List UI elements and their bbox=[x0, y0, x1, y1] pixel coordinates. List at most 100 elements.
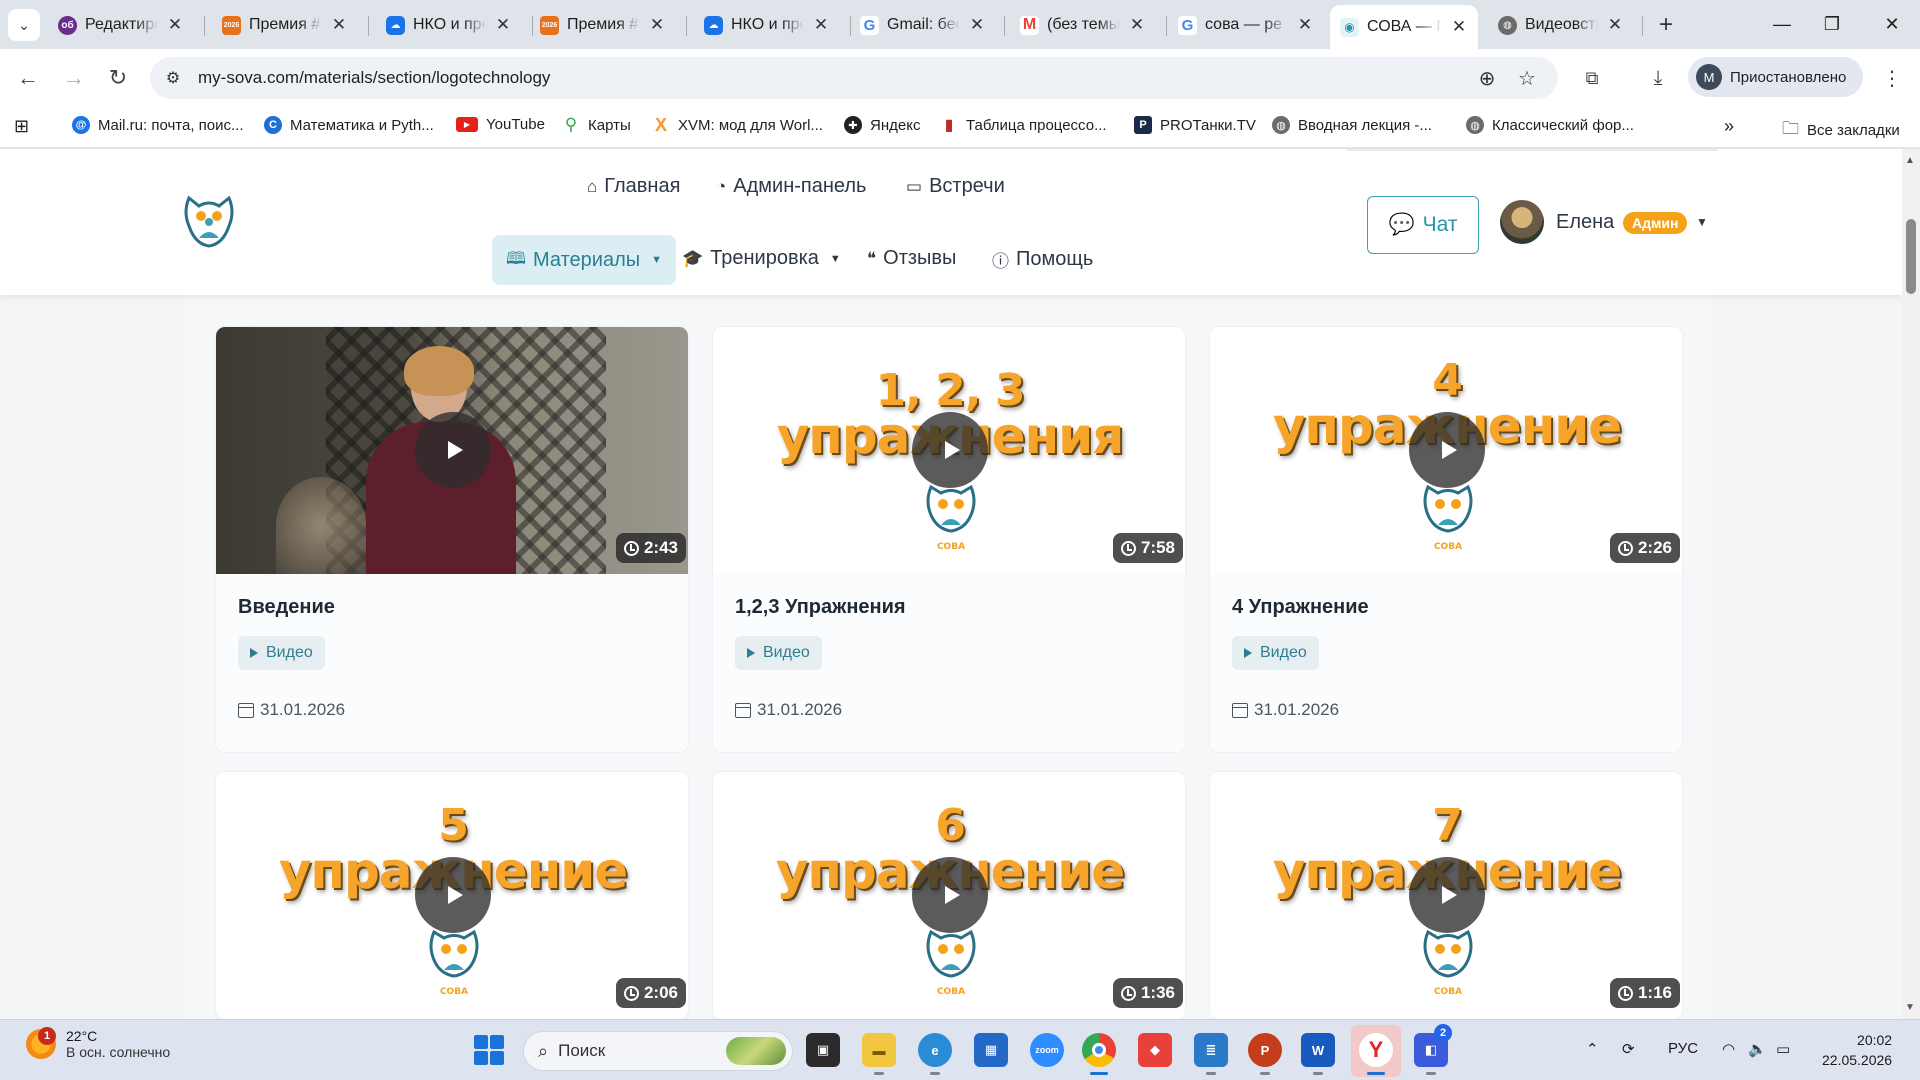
browser-tab[interactable]: G Gmail: бес ✕ bbox=[850, 5, 996, 45]
chat-button[interactable]: 💬 Чат bbox=[1367, 196, 1479, 254]
close-tab-icon[interactable]: ✕ bbox=[1128, 15, 1146, 35]
nav-admin-panel[interactable]: ◔ Админ-панель bbox=[716, 175, 866, 198]
video-thumbnail[interactable]: 6 упражнение СОВА 1:36 bbox=[713, 772, 1185, 1019]
scroll-down-icon[interactable]: ▼ bbox=[1905, 1002, 1915, 1013]
material-card[interactable]: 6 упражнение СОВА 1:36 bbox=[712, 771, 1186, 1019]
bookmark-item[interactable]: ⚲ Карты bbox=[562, 115, 631, 134]
play-icon[interactable] bbox=[415, 857, 491, 933]
card-title[interactable]: 1,2,3 Упражнения bbox=[735, 596, 1163, 619]
close-tab-icon[interactable]: ✕ bbox=[1606, 15, 1624, 35]
wifi-icon[interactable]: ◠ bbox=[1722, 1040, 1735, 1058]
menu-button[interactable]: ⋮ bbox=[1874, 60, 1910, 96]
yandex-browser-icon[interactable]: Y bbox=[1359, 1033, 1393, 1075]
powerpoint-icon[interactable]: P bbox=[1248, 1033, 1282, 1075]
material-card[interactable]: 5 упражнение СОВА 2:06 bbox=[215, 771, 689, 1019]
browser-tab[interactable]: 2026 Премия # ✕ bbox=[212, 5, 358, 45]
close-tab-icon[interactable]: ✕ bbox=[648, 15, 666, 35]
close-tab-icon[interactable]: ✕ bbox=[166, 15, 184, 35]
tab-search-button[interactable]: ⌄ bbox=[8, 9, 40, 41]
more-bookmarks-button[interactable]: » bbox=[1724, 116, 1734, 137]
apps-button[interactable]: ⊞ bbox=[14, 116, 29, 137]
language-indicator[interactable]: РУС bbox=[1668, 1040, 1698, 1057]
video-thumbnail[interactable]: 2:43 bbox=[216, 327, 688, 574]
video-thumbnail[interactable]: 7 упражнение СОВА 1:16 bbox=[1210, 772, 1682, 1019]
close-window-button[interactable]: ✕ bbox=[1862, 0, 1920, 49]
nav-training[interactable]: 🎓 Тренировка ▼ bbox=[682, 247, 841, 270]
bookmark-item[interactable]: @ Mail.ru: почта, поис... bbox=[72, 116, 244, 134]
video-thumbnail[interactable]: 1, 2, 3 упражнения СОВА 7:58 bbox=[713, 327, 1185, 574]
close-tab-icon[interactable]: ✕ bbox=[494, 15, 512, 35]
browser-tab[interactable]: M (без темы) ✕ bbox=[1010, 5, 1156, 45]
sync-icon[interactable]: ⟳ bbox=[1622, 1040, 1635, 1058]
bookmark-item[interactable]: C Математика и Pyth... bbox=[264, 116, 434, 134]
volume-icon[interactable]: 🔈 bbox=[1748, 1040, 1767, 1058]
bookmark-item[interactable]: ✚ Яндекс bbox=[844, 116, 920, 134]
bookmark-item[interactable]: P PROТанки.TV bbox=[1134, 116, 1256, 134]
material-card[interactable]: 2:43 Введение Видео 31.01.2026 bbox=[215, 326, 689, 753]
all-bookmarks-button[interactable]: 🗀 Все закладки bbox=[1782, 116, 1900, 145]
caret-down-icon[interactable]: ▼ bbox=[1696, 215, 1708, 229]
page-scrollbar[interactable]: ▲ ▼ bbox=[1902, 149, 1920, 1019]
material-card[interactable]: 4 упражнение СОВА 2:26 4 Упражнение Виде… bbox=[1209, 326, 1683, 753]
system-clock[interactable]: 20:02 22.05.2026 bbox=[1822, 1030, 1892, 1070]
bookmark-star-icon[interactable]: ☆ bbox=[1516, 67, 1538, 90]
bookmark-item[interactable]: ▶ YouTube bbox=[456, 116, 545, 133]
file-explorer-icon[interactable]: ▬ bbox=[862, 1033, 896, 1075]
video-thumbnail[interactable]: 5 упражнение СОВА 2:06 bbox=[216, 772, 688, 1019]
store-icon[interactable]: ▦ bbox=[974, 1033, 1008, 1067]
chevron-up-icon[interactable]: ⌃ bbox=[1586, 1040, 1599, 1058]
browser-tab[interactable]: об Редактиро ✕ bbox=[48, 5, 194, 45]
close-tab-icon[interactable]: ✕ bbox=[968, 15, 986, 35]
zoom-icon[interactable]: zoom bbox=[1030, 1033, 1064, 1067]
nav-meetings[interactable]: ▭ Встречи bbox=[906, 175, 1005, 198]
reload-button[interactable]: ↻ bbox=[100, 60, 136, 96]
scroll-up-icon[interactable]: ▲ bbox=[1905, 155, 1915, 166]
user-name[interactable]: Елена bbox=[1556, 211, 1614, 234]
nav-reviews[interactable]: ❝ Отзывы bbox=[867, 247, 956, 270]
close-tab-icon[interactable]: ✕ bbox=[1450, 17, 1468, 37]
scrollbar-thumb[interactable] bbox=[1906, 219, 1916, 294]
bookmark-item[interactable]: ▮ Таблица процессо... bbox=[940, 116, 1107, 135]
site-settings-icon[interactable]: ⚙ bbox=[162, 67, 184, 89]
notepad-icon[interactable]: ≣ bbox=[1194, 1033, 1228, 1075]
play-icon[interactable] bbox=[912, 412, 988, 488]
maximize-button[interactable]: ❐ bbox=[1802, 0, 1862, 49]
back-button[interactable]: ← bbox=[10, 60, 46, 96]
url-text[interactable]: my-sova.com/materials/section/logotechno… bbox=[198, 68, 550, 88]
browser-tab-active[interactable]: ◉ СОВА — П ✕ bbox=[1330, 5, 1478, 49]
battery-icon[interactable]: ▭ bbox=[1776, 1040, 1790, 1058]
forward-button[interactable]: → bbox=[56, 60, 92, 96]
material-card[interactable]: 7 упражнение СОВА 1:16 bbox=[1209, 771, 1683, 1019]
play-icon[interactable] bbox=[1409, 857, 1485, 933]
close-tab-icon[interactable]: ✕ bbox=[1296, 15, 1314, 35]
new-tab-button[interactable]: + bbox=[1650, 9, 1682, 41]
zoom-icon[interactable]: ⊕ bbox=[1476, 67, 1498, 90]
address-bar[interactable]: ⚙ my-sova.com/materials/section/logotech… bbox=[150, 57, 1558, 99]
play-icon[interactable] bbox=[912, 857, 988, 933]
browser-tab[interactable]: ☁ НКО и про ✕ bbox=[694, 5, 840, 45]
play-icon[interactable] bbox=[415, 412, 491, 488]
chrome-icon[interactable] bbox=[1082, 1033, 1116, 1075]
profile-button[interactable]: M Приостановлено bbox=[1688, 57, 1863, 97]
nav-materials[interactable]: 🕮 Материалы ▼ bbox=[492, 235, 677, 285]
bookmark-item[interactable]: X XVM: мод для Worl... bbox=[652, 115, 823, 135]
taskbar-search[interactable]: ⌕ Поиск bbox=[523, 1031, 793, 1071]
start-button[interactable] bbox=[474, 1035, 504, 1065]
nav-home[interactable]: ⌂ Главная bbox=[587, 175, 680, 198]
material-card[interactable]: 1, 2, 3 упражнения СОВА 7:58 1,2,3 Упраж… bbox=[712, 326, 1186, 753]
close-tab-icon[interactable]: ✕ bbox=[812, 15, 830, 35]
word-icon[interactable]: W bbox=[1301, 1033, 1335, 1075]
browser-tab[interactable]: G сова — ре ✕ bbox=[1168, 5, 1324, 45]
browser-tab[interactable]: ☁ НКО и пре ✕ bbox=[376, 5, 522, 45]
task-view-icon[interactable]: ▣ bbox=[806, 1033, 840, 1067]
browser-tab[interactable]: 2026 Премия # ✕ bbox=[530, 5, 676, 45]
card-title[interactable]: 4 Упражнение bbox=[1232, 596, 1660, 619]
close-tab-icon[interactable]: ✕ bbox=[330, 15, 348, 35]
downloads-button[interactable]: ⤓ bbox=[1640, 60, 1676, 96]
browser-tab[interactable]: ◍ Видеовстр ✕ bbox=[1488, 5, 1634, 45]
edge-icon[interactable]: e bbox=[918, 1033, 952, 1075]
sova-logo-icon[interactable] bbox=[183, 192, 235, 248]
extensions-button[interactable]: ⧉ bbox=[1574, 60, 1610, 96]
nav-help[interactable]: ⓘ Помощь bbox=[992, 247, 1093, 272]
bookmark-item[interactable]: ◍ Вводная лекция -... bbox=[1272, 116, 1432, 134]
